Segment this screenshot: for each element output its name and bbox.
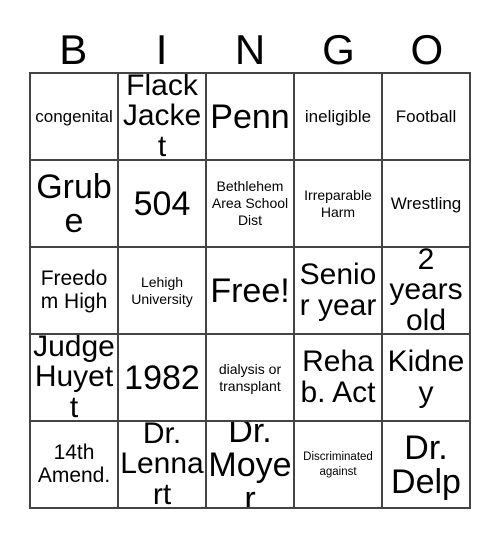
bingo-cell-label: Free! (210, 271, 290, 310)
bingo-cell[interactable]: Grube (31, 161, 119, 248)
bingo-cell[interactable]: Senior year (295, 248, 383, 335)
bingo-header-letter-g: G (322, 26, 355, 73)
bingo-cell[interactable]: Freedom High (31, 248, 119, 335)
bingo-cell-label: congenital (35, 106, 113, 126)
bingo-cell[interactable]: Kidney (383, 335, 471, 422)
bingo-cell-label: Rehab. Act (300, 344, 376, 409)
bingo-cell-label: Irreparable Harm (304, 186, 372, 220)
bingo-cell-label: Bethlehem Area School Dist (211, 178, 289, 228)
bingo-cell-label: Dr. Delp (391, 428, 461, 501)
bingo-cell[interactable]: Bethlehem Area School Dist (207, 161, 295, 248)
bingo-cell[interactable]: Rehab. Act (295, 335, 383, 422)
bingo-cell-label: Grube (36, 167, 112, 240)
bingo-cell[interactable]: dialysis or transplant (207, 335, 295, 422)
bingo-row: congenital Flack Jacket Penn ineligible … (31, 74, 471, 161)
bingo-cell[interactable]: Judge Huyett (31, 335, 119, 422)
bingo-cell[interactable]: Flack Jacket (119, 74, 207, 161)
bingo-cell[interactable]: Football (383, 74, 471, 161)
bingo-header-letter-i: I (155, 26, 168, 73)
bingo-cell-label: Discriminated against (303, 451, 373, 478)
bingo-header-letter-b: B (59, 26, 88, 73)
bingo-cell[interactable]: congenital (31, 74, 119, 161)
bingo-cell[interactable]: Lehigh University (119, 248, 207, 335)
bingo-header-row: B I N G O (29, 14, 471, 72)
bingo-cell-label: Dr. Moyer (208, 422, 292, 509)
bingo-cell[interactable]: Dr. Delp (383, 422, 471, 509)
bingo-cell[interactable]: ineligible (295, 74, 383, 161)
bingo-cell[interactable]: Discriminated against (295, 422, 383, 509)
bingo-cell-label: Kidney (387, 344, 465, 409)
bingo-row: 14th Amend. Dr. Lennart Dr. Moyer Discri… (31, 422, 471, 509)
bingo-cell-label: Freedom High (40, 266, 108, 313)
bingo-cell-label: Senior year (299, 257, 377, 322)
bingo-cell[interactable]: Dr. Lennart (119, 422, 207, 509)
bingo-cell-label: Judge Huyett (33, 335, 115, 422)
bingo-cell-label: 14th Amend. (37, 440, 111, 487)
bingo-cell[interactable]: 14th Amend. (31, 422, 119, 509)
bingo-cell[interactable]: Irreparable Harm (295, 161, 383, 248)
bingo-row: Judge Huyett 1982 dialysis or transplant… (31, 335, 471, 422)
bingo-cell[interactable]: Penn (207, 74, 295, 161)
bingo-cell-label: ineligible (304, 106, 372, 126)
bingo-cell-label: 1982 (124, 358, 200, 397)
bingo-cell[interactable]: Dr. Moyer (207, 422, 295, 509)
bingo-cell[interactable]: 2 years old (383, 248, 471, 335)
bingo-cell-label: Lehigh University (131, 273, 193, 307)
bingo-cell[interactable]: 504 (119, 161, 207, 248)
bingo-cell-label: Penn (210, 97, 290, 136)
bingo-header-letter-o: O (410, 26, 444, 73)
bingo-card: B I N G O congenital Flack Jacket Penn i… (29, 14, 471, 509)
bingo-header-letter-n: N (234, 26, 266, 73)
bingo-row: Freedom High Lehigh University Free! Sen… (31, 248, 471, 335)
bingo-cell-label: Wrestling (390, 193, 462, 213)
bingo-grid: congenital Flack Jacket Penn ineligible … (29, 72, 471, 509)
bingo-cell-label: dialysis or transplant (218, 360, 282, 394)
bingo-cell-label: Football (395, 106, 457, 126)
bingo-cell-free[interactable]: Free! (207, 248, 295, 335)
bingo-cell[interactable]: 1982 (119, 335, 207, 422)
bingo-cell-label: Flack Jacket (122, 74, 202, 161)
bingo-cell-label: 504 (133, 184, 191, 223)
bingo-cell[interactable]: Wrestling (383, 161, 471, 248)
bingo-row: Grube 504 Bethlehem Area School Dist Irr… (31, 161, 471, 248)
bingo-cell-label: Dr. Lennart (120, 422, 204, 509)
bingo-cell-label: 2 years old (389, 248, 463, 335)
